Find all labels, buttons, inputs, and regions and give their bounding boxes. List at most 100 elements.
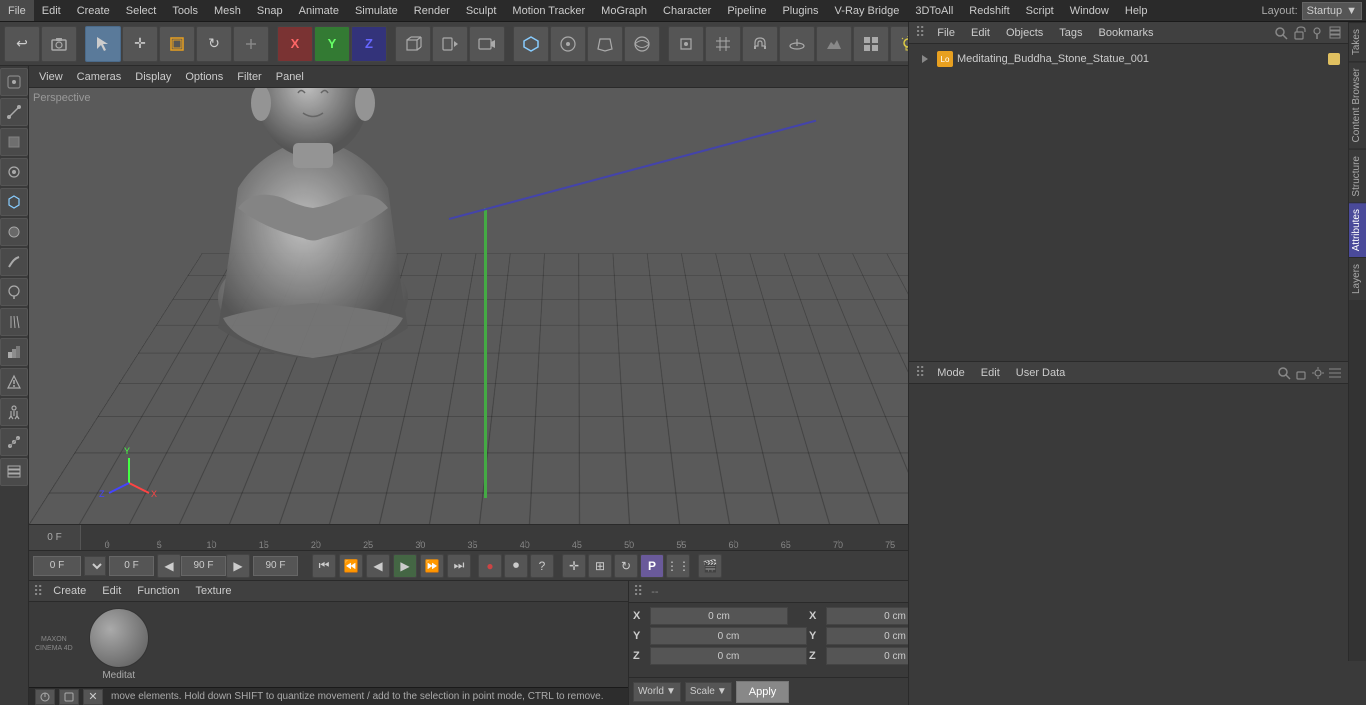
cube-button[interactable] [395, 26, 431, 62]
vp-cameras-menu[interactable]: Cameras [71, 67, 128, 87]
playback-obj-button[interactable] [432, 26, 468, 62]
menu-mesh[interactable]: Mesh [206, 0, 249, 21]
next-frame-button[interactable]: ⏩ [420, 554, 444, 578]
tab-takes[interactable]: Takes [1349, 22, 1366, 61]
tab-attributes[interactable]: Attributes [1349, 202, 1366, 257]
menu-animate[interactable]: Animate [291, 0, 347, 21]
mat-create-menu[interactable]: Create [47, 581, 92, 601]
world-dropdown[interactable]: World ▼ [633, 682, 681, 702]
edge-mode-button[interactable] [0, 98, 28, 126]
mat-texture-menu[interactable]: Texture [189, 581, 237, 601]
attr-list-icon[interactable] [1328, 366, 1342, 380]
vp-display-menu[interactable]: Display [129, 67, 177, 87]
material-item[interactable]: Meditat [89, 608, 149, 681]
vp-panel-menu[interactable]: Panel [270, 67, 310, 87]
x-pos-input[interactable] [650, 607, 788, 625]
workplane-button[interactable] [779, 26, 815, 62]
object-row[interactable]: Lo Meditating_Buddha_Stone_Statue_001 [913, 48, 1344, 70]
point-mode-button[interactable] [0, 68, 28, 96]
vp-filter-menu[interactable]: Filter [231, 67, 267, 87]
grid-button[interactable] [705, 26, 741, 62]
obj-objects-menu[interactable]: Objects [1002, 27, 1047, 39]
menu-render[interactable]: Render [406, 0, 458, 21]
status-icon-1[interactable] [35, 689, 55, 705]
menu-window[interactable]: Window [1062, 0, 1117, 21]
z-pos-input[interactable] [650, 647, 807, 665]
character-button[interactable] [0, 398, 28, 426]
tab-content-browser[interactable]: Content Browser [1349, 61, 1366, 148]
status-icon-3[interactable]: ✕ [83, 689, 103, 705]
param-key-button[interactable]: P [640, 554, 664, 578]
current-frame-input[interactable] [33, 556, 81, 576]
mat-edit-menu[interactable]: Edit [96, 581, 127, 601]
terrain-button[interactable] [816, 26, 852, 62]
camera-btn[interactable] [41, 26, 77, 62]
start-frame-input[interactable] [109, 556, 154, 576]
obj-bookmarks-menu[interactable]: Bookmarks [1095, 27, 1158, 39]
texture-mode-button[interactable] [624, 26, 660, 62]
z-axis-button[interactable]: Z [351, 26, 387, 62]
menu-motion-tracker[interactable]: Motion Tracker [504, 0, 593, 21]
menu-file[interactable]: File [0, 0, 34, 21]
obj-file-menu[interactable]: File [933, 27, 959, 39]
hair-button[interactable] [0, 308, 28, 336]
record-button[interactable]: ● [478, 554, 502, 578]
scale-box-button[interactable] [159, 26, 195, 62]
scale-tool-button[interactable] [233, 26, 269, 62]
prev-frame-button[interactable]: ⏪ [339, 554, 363, 578]
y-axis-button[interactable]: Y [314, 26, 350, 62]
apply-button[interactable]: Apply [736, 681, 790, 703]
render-button[interactable] [0, 218, 28, 246]
status-icon-2[interactable] [59, 689, 79, 705]
menu-select[interactable]: Select [118, 0, 165, 21]
mograph-button[interactable] [0, 338, 28, 366]
menu-pipeline[interactable]: Pipeline [719, 0, 774, 21]
camera-clip-button[interactable] [469, 26, 505, 62]
scale-key-button[interactable]: ⊞ [588, 554, 612, 578]
magnet-button[interactable] [742, 26, 778, 62]
menu-mograph[interactable]: MoGraph [593, 0, 655, 21]
keyframe-dots-button[interactable]: ⋮⋮ [666, 554, 690, 578]
record-auto-button[interactable]: ⏺ [504, 554, 528, 578]
move-key-button[interactable]: ✛ [562, 554, 586, 578]
move-tool-button[interactable]: ✛ [122, 26, 158, 62]
motion-button[interactable] [0, 428, 28, 456]
obj-edit-menu[interactable]: Edit [967, 27, 994, 39]
polygon-mode-button[interactable] [587, 26, 623, 62]
frame-decrease-button[interactable]: ◀ [157, 554, 181, 578]
more-tools-button[interactable] [853, 26, 889, 62]
pin-icon[interactable] [1310, 26, 1324, 40]
x-axis-button[interactable]: X [277, 26, 313, 62]
spline-mode-button[interactable] [550, 26, 586, 62]
menu-redshift[interactable]: Redshift [961, 0, 1017, 21]
menu-plugins[interactable]: Plugins [774, 0, 826, 21]
menu-snap[interactable]: Snap [249, 0, 291, 21]
end-frame-input[interactable] [181, 556, 226, 576]
obj-tags-menu[interactable]: Tags [1055, 27, 1086, 39]
attr-userdata-menu[interactable]: User Data [1012, 367, 1070, 379]
material-ball[interactable] [89, 608, 149, 668]
attr-lock-icon[interactable] [1294, 366, 1308, 380]
lock-icon[interactable] [1292, 26, 1306, 40]
layout-dropdown[interactable]: Startup ▼ [1302, 2, 1362, 20]
animation-button[interactable]: 🎬 [698, 554, 722, 578]
rotate-button[interactable]: ↻ [196, 26, 232, 62]
menu-help[interactable]: Help [1117, 0, 1156, 21]
goto-start-button[interactable]: ⏮ [312, 554, 336, 578]
menu-sculpt[interactable]: Sculpt [458, 0, 505, 21]
menu-vray[interactable]: V-Ray Bridge [827, 0, 908, 21]
attr-settings-icon[interactable] [1311, 366, 1325, 380]
vp-view-menu[interactable]: View [33, 67, 69, 87]
frame-increase-button[interactable]: ▶ [226, 554, 250, 578]
select-tool-button[interactable] [85, 26, 121, 62]
menu-script[interactable]: Script [1018, 0, 1062, 21]
attr-mode-menu[interactable]: Mode [933, 367, 969, 379]
sculpt-button[interactable] [0, 248, 28, 276]
snap-button[interactable] [668, 26, 704, 62]
tab-layers[interactable]: Layers [1349, 257, 1366, 300]
layers-button[interactable] [0, 458, 28, 486]
tab-structure[interactable]: Structure [1349, 149, 1366, 203]
live-select-button[interactable] [0, 158, 28, 186]
menu-3dtoall[interactable]: 3DToAll [907, 0, 961, 21]
polygon-mode-button[interactable] [0, 128, 28, 156]
